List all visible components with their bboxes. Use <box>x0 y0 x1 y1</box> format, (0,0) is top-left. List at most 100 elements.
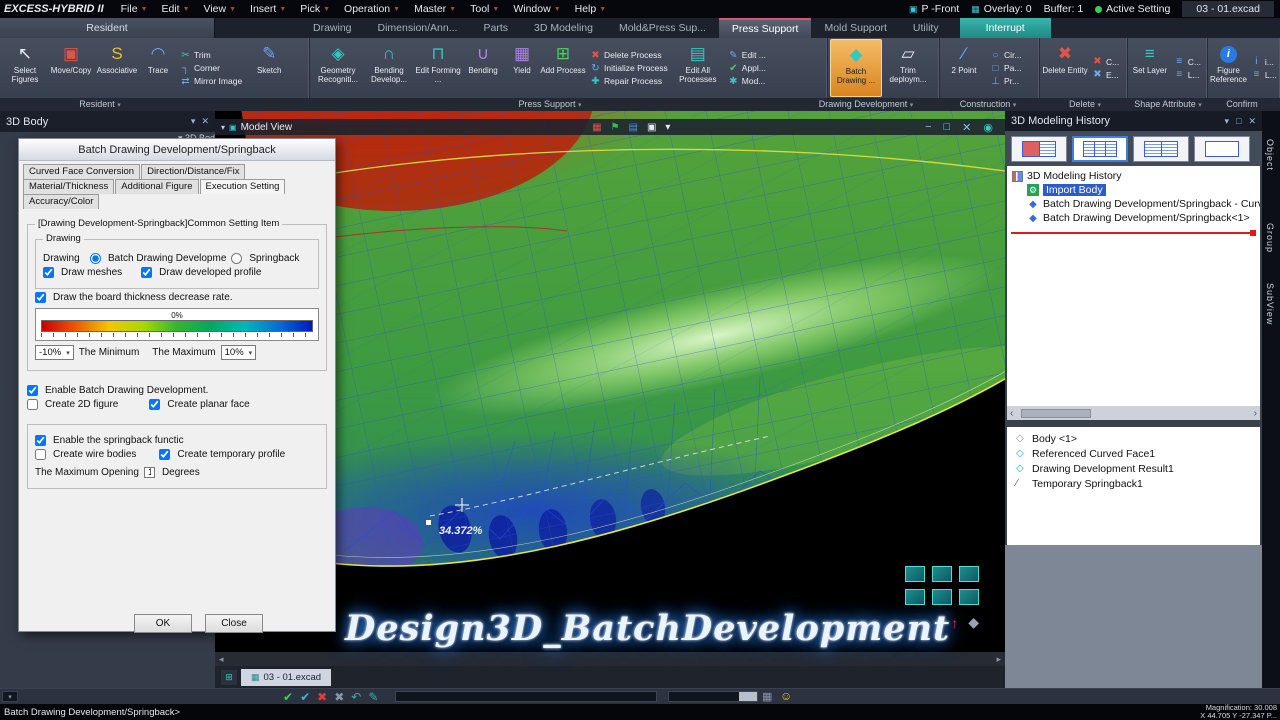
menu-view[interactable]: View ▼ <box>197 3 244 15</box>
list-item-temporary-springback[interactable]: ∕ Temporary Springback1 <box>1007 476 1260 491</box>
radio-batch-drawing[interactable]: Batch Drawing Developme <box>90 253 226 264</box>
overlay-indicator[interactable]: ▦ Overlay: 0 <box>971 3 1031 15</box>
checkbox-draw-profile[interactable]: Draw developed profile <box>141 267 261 278</box>
scroll-right-icon[interactable]: ▸ <box>996 654 1001 665</box>
tab-direction-distance-fix[interactable]: Direction/Distance/Fix <box>141 164 246 179</box>
tab-mold-press-sup[interactable]: Mold&Press Sup... <box>606 18 719 38</box>
tab-accuracy-color[interactable]: Accuracy/Color <box>23 194 100 209</box>
menu-edit[interactable]: Edit ▼ <box>155 3 197 15</box>
repair-process-button[interactable]: ✚ Repair Process <box>590 76 668 87</box>
bending-button[interactable]: ∪ Bending <box>462 39 504 97</box>
layout-view-3-button[interactable] <box>1133 135 1189 162</box>
grid-toggle-icon[interactable]: ▦ <box>762 690 772 703</box>
figure-reference-button[interactable]: i Figure Reference <box>1210 39 1247 97</box>
dialog-title[interactable]: Batch Drawing Development/Springback <box>19 139 335 161</box>
tree-hscrollbar[interactable]: ‹ › <box>1007 406 1260 420</box>
active-setting-indicator[interactable]: Active Setting <box>1095 3 1170 15</box>
accept-icon[interactable]: ✔ <box>300 689 310 705</box>
flag-icon[interactable]: ⚑ <box>611 122 620 133</box>
buffer-indicator[interactable]: Buffer: 1 <box>1044 3 1084 15</box>
menu-tool[interactable]: Tool ▼ <box>463 3 506 15</box>
parallel-button[interactable]: □ Pa... <box>990 63 1021 74</box>
close-icon[interactable]: ✕ <box>201 116 209 127</box>
circle-button[interactable]: ○ Cir... <box>990 50 1021 61</box>
plane-indicator[interactable]: ▣ P -Front <box>909 3 959 15</box>
batch-drawing-dialog[interactable]: Batch Drawing Development/Springback Cur… <box>18 138 336 633</box>
undo-icon[interactable]: ↶ <box>351 689 361 705</box>
tab-dimension[interactable]: Dimension/Ann... <box>365 18 471 38</box>
apply-button[interactable]: ✔ Appl... <box>728 63 766 74</box>
sketch-button[interactable]: ✎ Sketch <box>246 39 292 97</box>
edit-all-processes-button[interactable]: ▤ Edit All Processes <box>672 39 724 97</box>
tab-curved-face-conversion[interactable]: Curved Face Conversion <box>23 164 141 179</box>
initialize-process-button[interactable]: ↻ Initialize Process <box>590 63 667 74</box>
trim-button[interactable]: ✂ Trim <box>180 50 242 61</box>
batch-drawing-button[interactable]: ◆ Batch Drawing ... <box>830 39 882 97</box>
delete-process-button[interactable]: ✖ Delete Process <box>590 50 668 61</box>
prompt-history-dropdown[interactable]: ▾ <box>2 691 18 702</box>
menu-window[interactable]: Window ▼ <box>506 3 567 15</box>
isometric-view-icon[interactable]: ◆ <box>968 614 979 631</box>
edit-command-icon[interactable]: ✎ <box>368 689 378 705</box>
checkbox-draw-thickness[interactable]: Draw the board thickness decrease rate. <box>35 292 319 303</box>
checkbox-create-planar[interactable]: Create planar face <box>149 399 250 410</box>
document-title-tab[interactable]: 03 - 01.excad <box>1182 1 1274 17</box>
caret-icon[interactable]: ▾ <box>1224 116 1229 127</box>
associative-button[interactable]: S Associative <box>94 39 140 97</box>
tab-material-thickness[interactable]: Material/Thickness <box>23 179 115 194</box>
confirm-l-button[interactable]: ≡ L... <box>1251 69 1276 80</box>
scroll-right-icon[interactable]: › <box>1254 408 1257 419</box>
checkbox-create-temp[interactable]: Create temporary profile <box>159 449 285 460</box>
attribute-l-button[interactable]: ≡ L... <box>1174 69 1201 80</box>
tab-additional-figure[interactable]: Additional Figure <box>115 179 199 194</box>
up-direction-icon[interactable]: ↑ <box>951 615 958 631</box>
checkbox-enable-batch[interactable]: Enable Batch Drawing Development. <box>27 385 327 396</box>
minimum-select[interactable]: -10% ▾ <box>35 345 74 360</box>
tab-mold-support[interactable]: Mold Support <box>811 18 899 38</box>
scroll-left-icon[interactable]: ‹ <box>1010 408 1013 419</box>
chevron-down-icon[interactable]: ▾ <box>221 123 225 132</box>
side-tab-group[interactable]: Group <box>1265 223 1275 253</box>
ok-button[interactable]: OK <box>134 614 192 633</box>
delete-e-button[interactable]: ✖ E... <box>1092 69 1119 80</box>
trim-deployment-button[interactable]: ▱ Trim deploym... <box>882 39 934 97</box>
add-process-button[interactable]: ⊞ Add Process <box>540 39 586 97</box>
view-cube-button[interactable] <box>905 566 925 582</box>
side-tab-subview[interactable]: SubView <box>1265 283 1275 325</box>
record-view-button[interactable]: ◉ <box>983 121 993 134</box>
delete-entity-button[interactable]: ✖ Delete Entity <box>1042 39 1088 97</box>
two-point-button[interactable]: ∕ 2 Point <box>942 39 986 97</box>
tab-press-support[interactable]: Press Support <box>718 18 812 38</box>
tree-item-import-body[interactable]: ⚙ Import Body <box>1007 183 1260 197</box>
viewport-hscrollbar[interactable]: ◂ ▸ <box>215 652 1005 666</box>
tree-root[interactable]: 3D Modeling History <box>1007 169 1260 183</box>
yield-button[interactable]: ▦ Yield <box>504 39 540 97</box>
view-cube-button[interactable] <box>932 589 952 605</box>
abort-icon[interactable]: ✖ <box>334 689 344 705</box>
tree-item-batch-curved[interactable]: ◆ Batch Drawing Development/Springback -… <box>1007 197 1260 211</box>
checkbox-create-2d[interactable]: Create 2D figure <box>27 399 118 410</box>
layout-view-1-button[interactable] <box>1011 135 1067 162</box>
modify-button[interactable]: ✱ Mod... <box>728 76 766 87</box>
tree-item-batch-1[interactable]: ◆ Batch Drawing Development/Springback<1… <box>1007 211 1260 225</box>
tab-resident[interactable]: Resident <box>0 18 215 38</box>
assistant-icon[interactable]: ☺ <box>780 689 792 703</box>
mirror-image-button[interactable]: ⇄ Mirror Image <box>180 76 242 87</box>
radio-springback[interactable]: Springback <box>231 253 299 264</box>
menu-file[interactable]: File ▼ <box>114 3 155 15</box>
cancel-icon[interactable]: ✖ <box>317 689 327 705</box>
checkbox-draw-meshes[interactable]: Draw meshes <box>43 267 122 278</box>
geometry-recognition-button[interactable]: ◈ Geometry Recogniti... <box>312 39 364 97</box>
list-item-referenced-face[interactable]: ◇ Referenced Curved Face1 <box>1007 446 1260 461</box>
view-cube-button[interactable] <box>932 566 952 582</box>
confirm-icon[interactable]: ✔ <box>283 689 293 705</box>
tab-3d-modeling[interactable]: 3D Modeling <box>521 18 606 38</box>
attribute-c-button[interactable]: ≡ C... <box>1174 56 1201 67</box>
perpendicular-button[interactable]: ⊥ Pr... <box>990 76 1021 87</box>
scroll-left-icon[interactable]: ◂ <box>219 654 224 665</box>
trace-button[interactable]: ◠ Trace <box>140 39 176 97</box>
close-view-button[interactable]: ✕ <box>962 121 971 134</box>
edit-button[interactable]: ✎ Edit ... <box>728 50 766 61</box>
view-cube-button[interactable] <box>959 589 979 605</box>
command-input[interactable] <box>395 691 657 702</box>
